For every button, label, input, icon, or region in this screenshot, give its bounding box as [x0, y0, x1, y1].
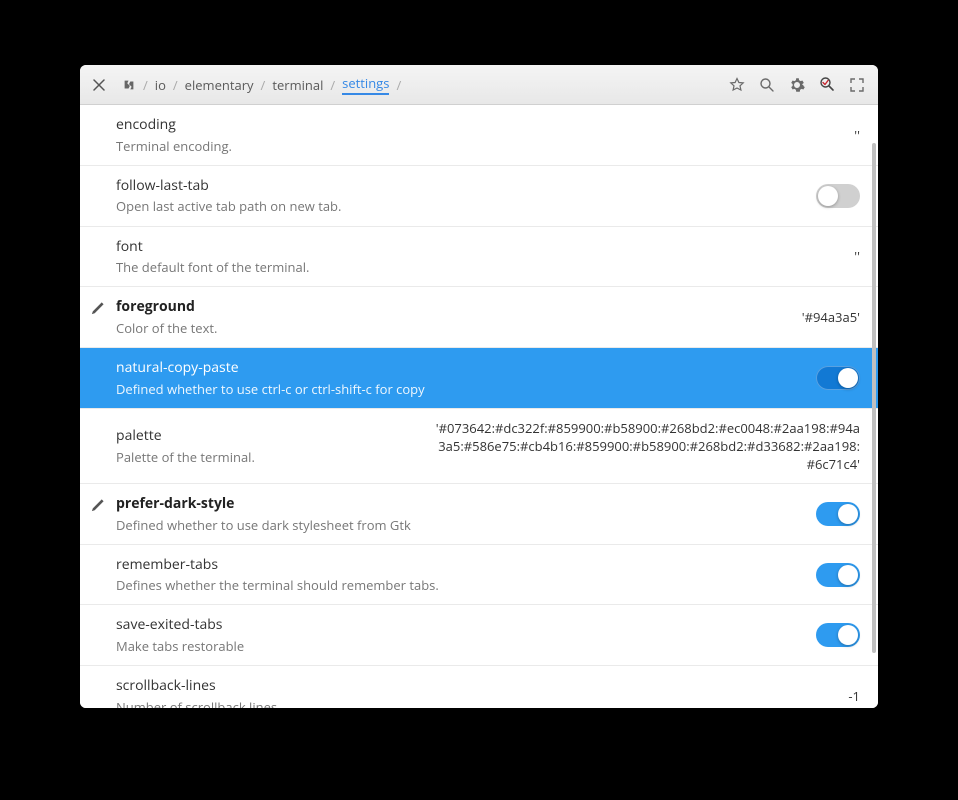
setting-row-foreground[interactable]: foreground Color of the text. '#94a3a5' [80, 287, 878, 348]
setting-description: Defined whether to use dark stylesheet f… [116, 516, 816, 534]
setting-key: remember-tabs [116, 555, 816, 575]
setting-text: encoding Terminal encoding. [116, 115, 842, 155]
setting-description: Open last active tab path on new tab. [116, 197, 816, 215]
setting-key: scrollback-lines [116, 676, 836, 696]
setting-text: remember-tabsDefines whether the termina… [116, 555, 816, 595]
toolbar: / io / elementary / terminal / settings … [80, 65, 878, 105]
setting-value: '' [854, 247, 860, 265]
toolbar-actions [728, 76, 870, 94]
toggle-remember-tabs[interactable] [816, 563, 860, 587]
star-icon[interactable] [728, 76, 746, 94]
setting-row-encoding[interactable]: encoding Terminal encoding. '' [80, 105, 878, 166]
breadcrumb-sep: / [330, 76, 335, 94]
toggle-knob [818, 186, 838, 206]
setting-key: foreground [116, 297, 790, 317]
setting-value: -1 [848, 687, 860, 705]
schema-root-icon[interactable] [122, 78, 136, 92]
setting-row-natural-copy-paste[interactable]: natural-copy-paste Defined whether to use… [80, 348, 878, 409]
setting-description: Defines whether the terminal should reme… [116, 576, 816, 594]
setting-text: natural-copy-paste Defined whether to use… [116, 358, 816, 398]
scrollbar-thumb[interactable] [872, 143, 876, 653]
search-icon[interactable] [758, 76, 776, 94]
setting-key: encoding [116, 115, 842, 135]
setting-key: font [116, 237, 842, 257]
setting-description: Terminal encoding. [116, 137, 842, 155]
breadcrumb-sep: / [396, 76, 401, 94]
close-button[interactable] [88, 74, 110, 96]
breadcrumb-elementary[interactable]: elementary [185, 76, 254, 94]
setting-row-palette[interactable]: palette Palette of the terminal. '#073642:… [80, 409, 878, 484]
inspect-icon[interactable] [818, 76, 836, 94]
toggle-knob [838, 504, 858, 524]
setting-key: natural-copy-paste [116, 358, 816, 378]
toggle-knob [838, 368, 858, 388]
setting-row-save-exited-tabs[interactable]: save-exited-tabs Make tabs restorable [80, 605, 878, 666]
settings-window: / io / elementary / terminal / settings … [80, 65, 878, 708]
setting-text: save-exited-tabs Make tabs restorable [116, 615, 816, 655]
setting-description: Defined whether to use ctrl-c or ctrl-sh… [116, 380, 816, 398]
toggle-natural-copy-paste[interactable] [816, 366, 860, 390]
setting-text: foreground Color of the text. [116, 297, 790, 337]
setting-description: Palette of the terminal. [116, 448, 418, 466]
breadcrumb: / io / elementary / terminal / settings … [122, 74, 722, 95]
setting-text: prefer-dark-style Defined whether to use … [116, 494, 816, 534]
setting-description: The default font of the terminal. [116, 258, 842, 276]
setting-key: save-exited-tabs [116, 615, 816, 635]
setting-key: follow-last-tab [116, 176, 816, 196]
setting-key: palette [116, 426, 418, 446]
breadcrumb-io[interactable]: io [155, 76, 166, 94]
breadcrumb-settings[interactable]: settings [342, 74, 389, 95]
pencil-icon [90, 498, 106, 514]
breadcrumb-terminal[interactable]: terminal [272, 76, 323, 94]
settings-list[interactable]: encoding Terminal encoding. '' follow-last-… [80, 105, 878, 708]
toggle-knob [838, 565, 858, 585]
setting-row-follow-last-tab[interactable]: follow-last-tabOpen last active tab path… [80, 166, 878, 227]
breadcrumb-sep: / [261, 76, 266, 94]
setting-description: Color of the text. [116, 319, 790, 337]
setting-row-prefer-dark-style[interactable]: prefer-dark-style Defined whether to use … [80, 484, 878, 545]
toggle-follow-last-tab[interactable] [816, 184, 860, 208]
breadcrumb-sep: / [143, 76, 148, 94]
setting-text: scrollback-lines Number of scrollback lin… [116, 676, 836, 708]
setting-text: fontThe default font of the terminal. [116, 237, 842, 277]
setting-text: follow-last-tabOpen last active tab path… [116, 176, 816, 216]
setting-text: palette Palette of the terminal. [116, 426, 418, 466]
setting-description: Number of scrollback lines [116, 698, 836, 708]
fullscreen-icon[interactable] [848, 76, 866, 94]
gear-icon[interactable] [788, 76, 806, 94]
setting-row-scrollback-lines[interactable]: scrollback-lines Number of scrollback lin… [80, 666, 878, 708]
setting-row-font[interactable]: fontThe default font of the terminal. '' [80, 227, 878, 288]
pencil-icon [90, 301, 106, 317]
toggle-prefer-dark-style[interactable] [816, 502, 860, 526]
setting-value: '#073642:#dc322f:#859900:#b58900:#268bd2… [430, 419, 860, 473]
toggle-save-exited-tabs[interactable] [816, 623, 860, 647]
setting-row-remember-tabs[interactable]: remember-tabsDefines whether the termina… [80, 545, 878, 606]
setting-key: prefer-dark-style [116, 494, 816, 514]
setting-value: '#94a3a5' [802, 308, 860, 326]
setting-description: Make tabs restorable [116, 637, 816, 655]
breadcrumb-sep: / [173, 76, 178, 94]
setting-value: '' [854, 126, 860, 144]
toggle-knob [838, 625, 858, 645]
